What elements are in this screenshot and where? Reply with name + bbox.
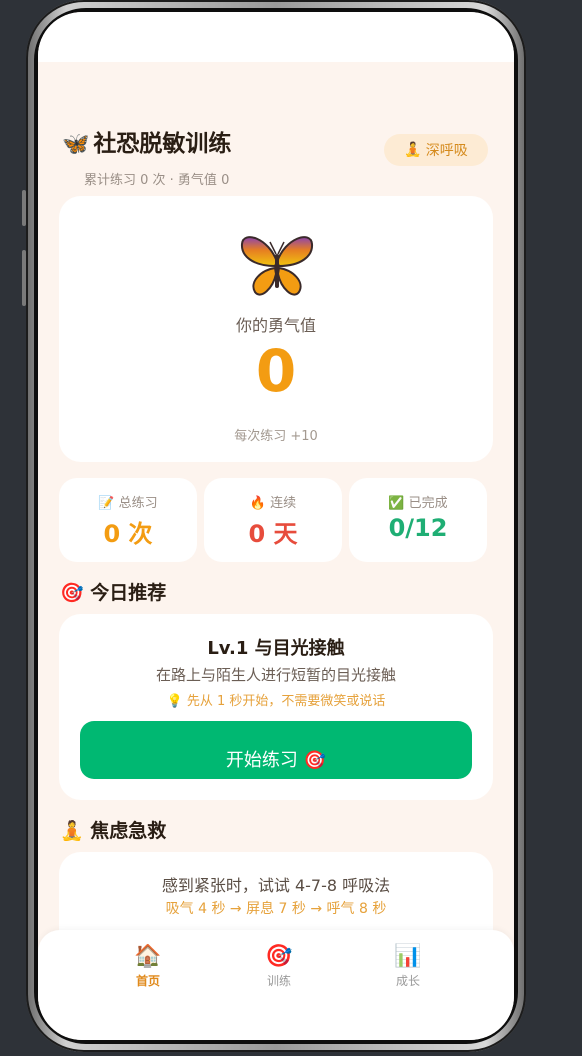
check-icon: ✅: [388, 496, 405, 511]
level-tip: 💡 先从 1 秒开始，不需要微笑或说话: [166, 694, 386, 709]
stat-total-practice: 📝 总练习 0 次: [59, 478, 197, 562]
level-title: Lv.1 与目光接触: [207, 638, 345, 659]
stat-label-text: 总练习: [118, 496, 158, 511]
stat-value: 0 天: [248, 520, 298, 548]
meditation-icon: 🧘: [60, 820, 84, 842]
butterfly-icon: 🦋: [62, 132, 90, 157]
stat-value: 0 次: [103, 520, 153, 548]
nav-item-home[interactable]: 🏠 首页: [108, 942, 188, 989]
meditation-icon: 🧘: [404, 142, 422, 158]
page-title: 🦋 社恐脱敏训练: [62, 124, 231, 158]
level-description: 在路上与陌生人进行短暂的目光接触: [155, 666, 396, 684]
stat-label: 📝 总练习: [59, 492, 197, 511]
target-icon: 🎯: [60, 582, 84, 604]
status-bar: [38, 12, 514, 62]
phone-side-button: [22, 190, 26, 226]
phone-side-button: [22, 250, 26, 306]
stat-label: 🔥 连续: [204, 492, 342, 511]
anxiety-instruction: 感到紧张时，试试 4-7-8 呼吸法: [161, 876, 391, 895]
courage-card: 你的勇气值 0 每次练习 +10: [59, 196, 493, 462]
stat-label: ✅ 已完成: [349, 492, 487, 511]
section-title-anxiety: 🧘 焦虑急救: [60, 816, 166, 843]
bottom-nav: 🏠 首页 🎯 训练 📊 成长: [38, 930, 514, 1040]
page-subtitle: 累计练习 0 次 · 勇气值 0: [84, 173, 230, 188]
deep-breath-button[interactable]: 🧘 深呼吸: [384, 134, 488, 166]
section-title-recommend: 🎯 今日推荐: [60, 578, 166, 605]
stat-streak: 🔥 连续 0 天: [204, 478, 342, 562]
fire-icon: 🔥: [249, 496, 267, 511]
target-icon: 🎯: [265, 944, 293, 969]
house-icon: 🏠: [134, 944, 162, 969]
nav-item-growth[interactable]: 📊 成长: [368, 942, 448, 989]
section-title-text: 今日推荐: [90, 582, 167, 604]
start-practice-button[interactable]: 开始练习 🎯: [80, 721, 472, 779]
nav-label: 训练: [266, 974, 291, 988]
stat-completed: ✅ 已完成 0/12: [349, 478, 487, 562]
deep-breath-label: 深呼吸: [425, 143, 468, 159]
bar-chart-icon: 📊: [394, 944, 422, 969]
nav-label: 首页: [135, 974, 160, 988]
page-title-text: 社恐脱敏训练: [93, 131, 232, 157]
courage-value: 0: [255, 337, 297, 405]
courage-label: 你的勇气值: [235, 316, 316, 335]
butterfly-icon: [240, 236, 314, 296]
recommend-card: Lv.1 与目光接触 在路上与陌生人进行短暂的目光接触 💡 先从 1 秒开始，不…: [59, 614, 493, 800]
stat-value: 0/12: [388, 514, 448, 542]
section-title-text: 焦虑急救: [90, 820, 167, 842]
nav-label: 成长: [395, 974, 420, 988]
nav-item-training[interactable]: 🎯 训练: [239, 942, 319, 989]
app-screen: 🦋 社恐脱敏训练 累计练习 0 次 · 勇气值 0 🧘 深呼吸 你的勇气值 0 每…: [38, 12, 514, 1040]
stat-label-text: 已完成: [408, 496, 448, 511]
courage-hint: 每次练习 +10: [234, 429, 318, 444]
memo-icon: 📝: [98, 496, 115, 511]
breathing-steps: 吸气 4 秒 → 屏息 7 秒 → 呼气 8 秒: [165, 901, 387, 917]
stat-label-text: 连续: [270, 496, 297, 511]
